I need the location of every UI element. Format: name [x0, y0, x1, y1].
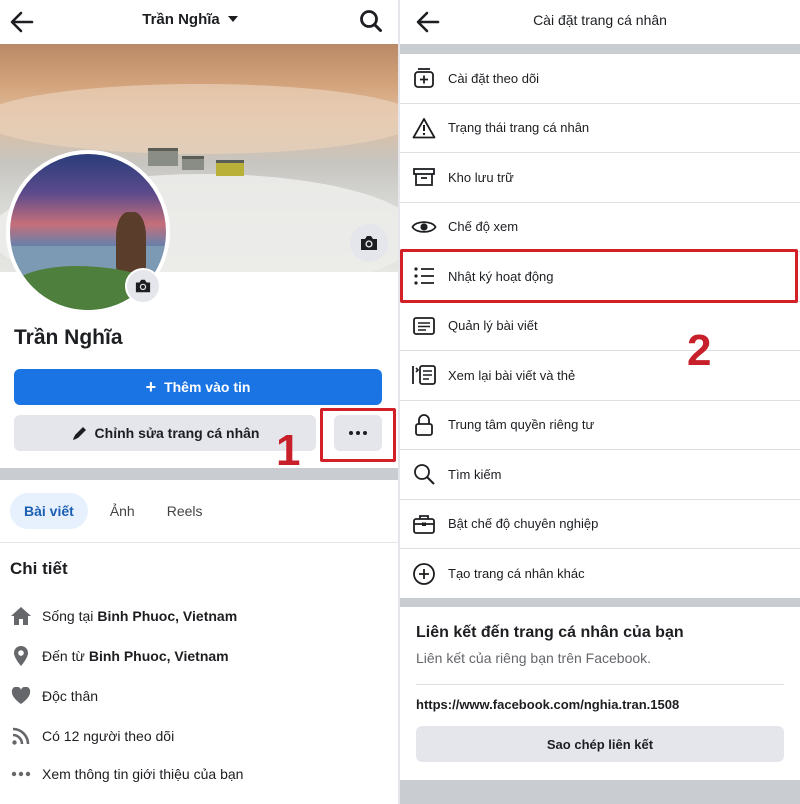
- add-to-story-label: Thêm vào tin: [164, 379, 251, 395]
- avatar-rock: [116, 212, 146, 272]
- menu-item-label: Trung tâm quyền riêng tư: [448, 417, 595, 433]
- divider: [0, 542, 398, 543]
- archive-icon: [410, 163, 438, 191]
- menu-item-label: Tìm kiếm: [448, 466, 502, 482]
- detail-followers: Có 12 người theo dõi: [10, 724, 174, 748]
- header-profile-name: Trần Nghĩa: [142, 11, 220, 28]
- profile-link-subtitle: Liên kết của riêng bạn trên Facebook.: [416, 650, 652, 666]
- divider: [416, 684, 784, 685]
- menu-item-label: Bật chế độ chuyên nghiệp: [448, 516, 599, 532]
- annotation-highlight-1: [320, 408, 396, 462]
- menu-item-follow-settings[interactable]: Cài đặt theo dõi: [400, 54, 800, 104]
- annotation-highlight-2: [400, 249, 798, 303]
- cover-house: [148, 148, 178, 166]
- tab-reels[interactable]: Reels: [167, 503, 203, 519]
- see-about-text: Xem thông tin giới thiệu của bạn: [42, 766, 244, 782]
- add-to-story-button[interactable]: + Thêm vào tin: [14, 369, 382, 405]
- chevron-down-icon: [227, 16, 238, 22]
- menu-item-archive[interactable]: Kho lưu trữ: [400, 153, 800, 203]
- heart-icon: [10, 685, 32, 707]
- follow-settings-icon: [410, 64, 438, 92]
- location-pin-icon: [10, 645, 32, 667]
- menu-item-manage-posts[interactable]: Quản lý bài viết: [400, 302, 800, 351]
- menu-item-professional-mode[interactable]: Bật chế độ chuyên nghiệp: [400, 500, 800, 549]
- from-place[interactable]: Binh Phuoc, Vietnam: [89, 648, 229, 664]
- profile-name: Trần Nghĩa: [14, 326, 123, 349]
- profile-header: Trần Nghĩa: [0, 0, 398, 44]
- more-dots-icon: [10, 763, 32, 785]
- edit-profile-label: Chỉnh sửa trang cá nhân: [94, 425, 260, 441]
- tab-posts[interactable]: Bài viết: [10, 493, 88, 529]
- edit-profile-button[interactable]: Chỉnh sửa trang cá nhân: [14, 415, 316, 451]
- plus-circle-icon: [410, 560, 438, 588]
- detail-lives-in: Sống tại Binh Phuoc, Vietnam: [10, 604, 237, 628]
- menu-item-label: Quản lý bài viết: [448, 318, 538, 334]
- copy-link-button[interactable]: Sao chép liên kết: [416, 726, 784, 762]
- rss-icon: [10, 725, 32, 747]
- tab-photos[interactable]: Ảnh: [110, 503, 135, 519]
- profile-switcher[interactable]: Trần Nghĩa: [0, 11, 380, 28]
- profile-tabs: Bài viết Ảnh Reels: [10, 492, 235, 530]
- lives-prefix: Sống tại: [42, 608, 94, 624]
- detail-relationship: Độc thân: [10, 684, 98, 708]
- settings-header: Cài đặt trang cá nhân: [400, 0, 800, 44]
- profile-panel: Trần Nghĩa Trần Nghĩa + Thêm vào tin Chỉ…: [0, 0, 398, 804]
- menu-item-label: Cài đặt theo dõi: [448, 70, 540, 86]
- edit-cover-camera-icon[interactable]: [350, 224, 388, 262]
- profile-link-title: Liên kết đến trang cá nhân của bạn: [416, 624, 684, 641]
- cover-house: [182, 156, 204, 170]
- menu-item-create-profile[interactable]: Tạo trang cá nhân khác: [400, 549, 800, 599]
- menu-item-profile-status[interactable]: Trạng thái trang cá nhân: [400, 104, 800, 153]
- section-divider: [0, 468, 398, 480]
- menu-item-review-posts[interactable]: Xem lại bài viết và thẻ: [400, 351, 800, 401]
- lives-place[interactable]: Binh Phuoc, Vietnam: [97, 608, 237, 624]
- warning-icon: [410, 114, 438, 142]
- cover-house: [216, 160, 244, 176]
- menu-item-label: Trạng thái trang cá nhân: [448, 120, 590, 136]
- menu-item-search[interactable]: Tìm kiếm: [400, 450, 800, 500]
- annotation-step-2: 2: [687, 326, 712, 375]
- detail-see-about[interactable]: Xem thông tin giới thiệu của bạn: [10, 762, 243, 786]
- home-icon: [10, 605, 32, 627]
- section-divider: [400, 598, 800, 607]
- review-posts-icon: [410, 361, 438, 389]
- menu-item-label: Xem lại bài viết và thẻ: [448, 367, 576, 383]
- menu-item-privacy-center[interactable]: Trung tâm quyền riêng tư: [400, 401, 800, 450]
- settings-title: Cài đặt trang cá nhân: [533, 12, 667, 28]
- followers-text[interactable]: Có 12 người theo dõi: [42, 728, 174, 744]
- from-prefix: Đến từ: [42, 648, 85, 664]
- search-icon[interactable]: [358, 8, 384, 34]
- eye-icon: [410, 213, 438, 241]
- plus-icon: +: [145, 376, 157, 397]
- menu-item-label: Kho lưu trữ: [448, 169, 514, 185]
- section-divider: [400, 780, 800, 804]
- edit-avatar-camera-icon[interactable]: [125, 268, 161, 304]
- manage-posts-icon: [410, 312, 438, 340]
- details-title: Chi tiết: [10, 559, 68, 578]
- search-icon: [410, 460, 438, 488]
- profile-settings-panel: Cài đặt trang cá nhân Cài đặt theo dõi T…: [400, 0, 800, 804]
- relationship-text: Độc thân: [42, 688, 99, 704]
- menu-item-label: Tạo trang cá nhân khác: [448, 566, 585, 582]
- lock-icon: [410, 411, 438, 439]
- briefcase-icon: [410, 510, 438, 538]
- section-divider: [400, 44, 800, 54]
- profile-url[interactable]: https://www.facebook.com/nghia.tran.1508: [416, 697, 679, 712]
- cover-cloud: [0, 84, 398, 154]
- menu-item-label: Chế độ xem: [448, 219, 519, 235]
- menu-item-view-as[interactable]: Chế độ xem: [400, 203, 800, 252]
- pencil-icon: [72, 427, 86, 440]
- detail-from: Đến từ Binh Phuoc, Vietnam: [10, 644, 229, 668]
